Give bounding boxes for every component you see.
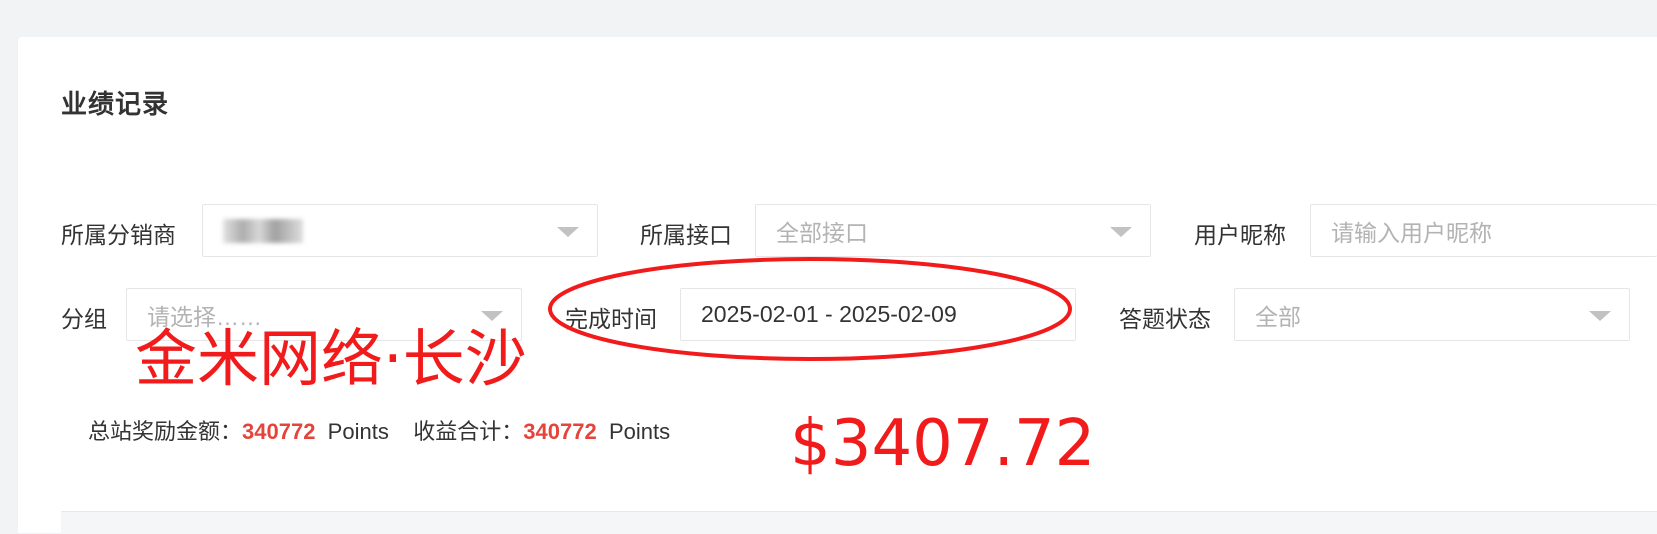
interface-placeholder: 全部接口 — [776, 219, 868, 246]
answer-status-label: 答题状态 — [1119, 306, 1211, 332]
table-header-strip — [61, 511, 1657, 534]
answer-status-select[interactable]: 全部 — [1234, 288, 1630, 341]
distributor-label: 所属分销商 — [61, 222, 176, 248]
answer-status-placeholder: 全部 — [1255, 303, 1301, 330]
group-label: 分组 — [61, 306, 107, 332]
income-total-label: 收益合计： — [413, 419, 524, 444]
chevron-down-icon — [1110, 227, 1132, 237]
nickname-label: 用户昵称 — [1194, 222, 1286, 248]
income-total-value: 340772 — [523, 419, 597, 444]
nickname-input[interactable]: 请输入用户昵称 — [1310, 204, 1657, 257]
nickname-placeholder: 请输入用户昵称 — [1331, 219, 1492, 246]
chevron-down-icon — [557, 227, 579, 237]
interface-label: 所属接口 — [640, 222, 732, 248]
interface-select[interactable]: 全部接口 — [755, 204, 1151, 257]
total-reward-label: 总站奖励金额： — [88, 419, 243, 444]
summary-line: 总站奖励金额：340772 Points 收益合计：340772 Points — [88, 414, 670, 446]
page-title: 业绩记录 — [61, 89, 170, 119]
total-reward-unit: Points — [327, 419, 389, 444]
top-strip — [0, 0, 1657, 36]
annotation-ellipse — [548, 257, 1072, 361]
income-total-unit: Points — [608, 419, 671, 444]
distributor-redacted-value — [223, 218, 303, 243]
annotation-amount-text: $3407.72 — [790, 407, 1096, 481]
annotation-brand-text: 金米网络·长沙 — [135, 322, 527, 395]
distributor-select[interactable] — [202, 204, 598, 257]
chevron-down-icon — [481, 311, 503, 321]
total-reward-value: 340772 — [242, 419, 316, 444]
chevron-down-icon — [1589, 311, 1611, 321]
